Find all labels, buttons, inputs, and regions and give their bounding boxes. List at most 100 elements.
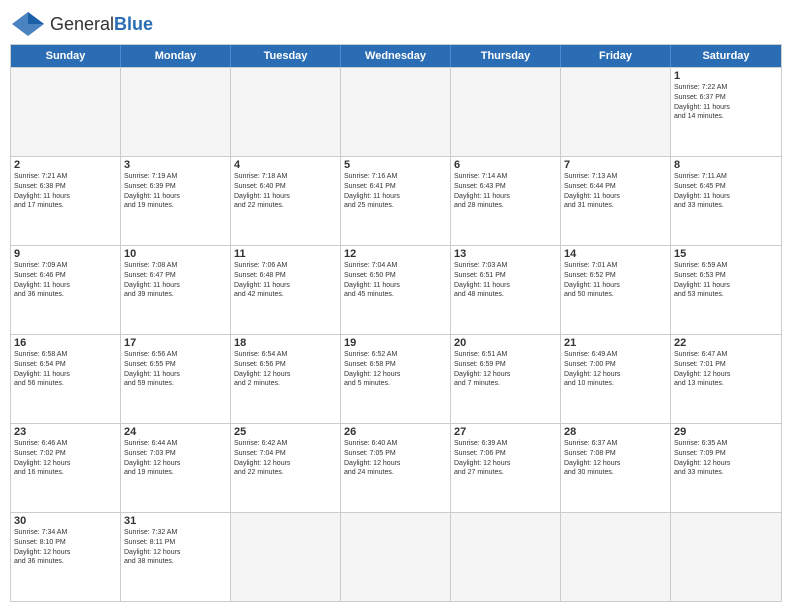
day-cell: 29Sunrise: 6:35 AM Sunset: 7:09 PM Dayli… [671,424,781,512]
day-info: Sunrise: 7:04 AM Sunset: 6:50 PM Dayligh… [344,261,447,300]
day-info: Sunrise: 7:03 AM Sunset: 6:51 PM Dayligh… [454,261,557,300]
day-header-wednesday: Wednesday [341,45,451,67]
day-number: 2 [14,159,117,171]
week-row-4: 23Sunrise: 6:46 AM Sunset: 7:02 PM Dayli… [11,423,781,512]
day-cell: 21Sunrise: 6:49 AM Sunset: 7:00 PM Dayli… [561,335,671,423]
week-row-0: 1Sunrise: 7:22 AM Sunset: 6:37 PM Daylig… [11,67,781,156]
calendar-page: GeneralBlue SundayMondayTuesdayWednesday… [0,0,792,612]
day-info: Sunrise: 7:01 AM Sunset: 6:52 PM Dayligh… [564,261,667,300]
day-cell: 26Sunrise: 6:40 AM Sunset: 7:05 PM Dayli… [341,424,451,512]
day-cell [121,68,231,156]
day-number: 9 [14,248,117,260]
week-row-5: 30Sunrise: 7:34 AM Sunset: 8:10 PM Dayli… [11,512,781,601]
day-number: 28 [564,426,667,438]
day-cell: 3Sunrise: 7:19 AM Sunset: 6:39 PM Daylig… [121,157,231,245]
day-cell [671,513,781,601]
day-info: Sunrise: 6:40 AM Sunset: 7:05 PM Dayligh… [344,439,447,478]
day-info: Sunrise: 7:06 AM Sunset: 6:48 PM Dayligh… [234,261,337,300]
day-info: Sunrise: 7:22 AM Sunset: 6:37 PM Dayligh… [674,83,778,122]
logo-text: GeneralBlue [50,14,153,35]
day-cell [231,513,341,601]
day-number: 17 [124,337,227,349]
day-number: 30 [14,515,117,527]
header: GeneralBlue [10,10,782,38]
day-cell: 27Sunrise: 6:39 AM Sunset: 7:06 PM Dayli… [451,424,561,512]
logo: GeneralBlue [10,10,153,38]
logo-icon [10,10,46,38]
day-number: 18 [234,337,337,349]
day-cell: 7Sunrise: 7:13 AM Sunset: 6:44 PM Daylig… [561,157,671,245]
day-number: 29 [674,426,778,438]
day-cell: 28Sunrise: 6:37 AM Sunset: 7:08 PM Dayli… [561,424,671,512]
day-number: 10 [124,248,227,260]
day-header-saturday: Saturday [671,45,781,67]
calendar-body: 1Sunrise: 7:22 AM Sunset: 6:37 PM Daylig… [11,67,781,601]
day-info: Sunrise: 7:09 AM Sunset: 6:46 PM Dayligh… [14,261,117,300]
day-info: Sunrise: 7:21 AM Sunset: 6:38 PM Dayligh… [14,172,117,211]
day-info: Sunrise: 7:14 AM Sunset: 6:43 PM Dayligh… [454,172,557,211]
day-number: 1 [674,70,778,82]
day-cell: 16Sunrise: 6:58 AM Sunset: 6:54 PM Dayli… [11,335,121,423]
day-number: 7 [564,159,667,171]
day-cell [561,513,671,601]
day-number: 26 [344,426,447,438]
day-header-sunday: Sunday [11,45,121,67]
day-cell [231,68,341,156]
day-number: 4 [234,159,337,171]
day-info: Sunrise: 7:08 AM Sunset: 6:47 PM Dayligh… [124,261,227,300]
day-number: 11 [234,248,337,260]
day-cell: 5Sunrise: 7:16 AM Sunset: 6:41 PM Daylig… [341,157,451,245]
day-number: 19 [344,337,447,349]
day-cell: 20Sunrise: 6:51 AM Sunset: 6:59 PM Dayli… [451,335,561,423]
day-info: Sunrise: 6:56 AM Sunset: 6:55 PM Dayligh… [124,350,227,389]
day-info: Sunrise: 7:16 AM Sunset: 6:41 PM Dayligh… [344,172,447,211]
day-info: Sunrise: 6:52 AM Sunset: 6:58 PM Dayligh… [344,350,447,389]
day-number: 6 [454,159,557,171]
calendar: SundayMondayTuesdayWednesdayThursdayFrid… [10,44,782,602]
day-header-thursday: Thursday [451,45,561,67]
day-number: 3 [124,159,227,171]
day-number: 23 [14,426,117,438]
day-cell: 19Sunrise: 6:52 AM Sunset: 6:58 PM Dayli… [341,335,451,423]
day-cell: 9Sunrise: 7:09 AM Sunset: 6:46 PM Daylig… [11,246,121,334]
day-info: Sunrise: 7:18 AM Sunset: 6:40 PM Dayligh… [234,172,337,211]
day-info: Sunrise: 7:32 AM Sunset: 8:11 PM Dayligh… [124,528,227,567]
day-cell [561,68,671,156]
day-cell: 15Sunrise: 6:59 AM Sunset: 6:53 PM Dayli… [671,246,781,334]
day-number: 21 [564,337,667,349]
day-cell [451,68,561,156]
day-info: Sunrise: 6:37 AM Sunset: 7:08 PM Dayligh… [564,439,667,478]
day-cell: 6Sunrise: 7:14 AM Sunset: 6:43 PM Daylig… [451,157,561,245]
day-number: 25 [234,426,337,438]
day-header-friday: Friday [561,45,671,67]
day-cell: 24Sunrise: 6:44 AM Sunset: 7:03 PM Dayli… [121,424,231,512]
day-number: 15 [674,248,778,260]
week-row-1: 2Sunrise: 7:21 AM Sunset: 6:38 PM Daylig… [11,156,781,245]
day-info: Sunrise: 6:51 AM Sunset: 6:59 PM Dayligh… [454,350,557,389]
day-number: 13 [454,248,557,260]
day-info: Sunrise: 6:46 AM Sunset: 7:02 PM Dayligh… [14,439,117,478]
day-cell: 23Sunrise: 6:46 AM Sunset: 7:02 PM Dayli… [11,424,121,512]
day-number: 24 [124,426,227,438]
day-cell [11,68,121,156]
day-info: Sunrise: 7:19 AM Sunset: 6:39 PM Dayligh… [124,172,227,211]
day-info: Sunrise: 6:44 AM Sunset: 7:03 PM Dayligh… [124,439,227,478]
day-cell: 12Sunrise: 7:04 AM Sunset: 6:50 PM Dayli… [341,246,451,334]
day-cell [451,513,561,601]
day-cell: 1Sunrise: 7:22 AM Sunset: 6:37 PM Daylig… [671,68,781,156]
day-headers-row: SundayMondayTuesdayWednesdayThursdayFrid… [11,45,781,67]
day-number: 31 [124,515,227,527]
day-cell: 18Sunrise: 6:54 AM Sunset: 6:56 PM Dayli… [231,335,341,423]
day-info: Sunrise: 6:42 AM Sunset: 7:04 PM Dayligh… [234,439,337,478]
day-cell [341,513,451,601]
day-info: Sunrise: 6:39 AM Sunset: 7:06 PM Dayligh… [454,439,557,478]
day-info: Sunrise: 7:34 AM Sunset: 8:10 PM Dayligh… [14,528,117,567]
day-number: 12 [344,248,447,260]
day-cell: 2Sunrise: 7:21 AM Sunset: 6:38 PM Daylig… [11,157,121,245]
day-cell: 11Sunrise: 7:06 AM Sunset: 6:48 PM Dayli… [231,246,341,334]
day-info: Sunrise: 6:47 AM Sunset: 7:01 PM Dayligh… [674,350,778,389]
day-number: 5 [344,159,447,171]
day-info: Sunrise: 6:58 AM Sunset: 6:54 PM Dayligh… [14,350,117,389]
day-header-tuesday: Tuesday [231,45,341,67]
day-header-monday: Monday [121,45,231,67]
